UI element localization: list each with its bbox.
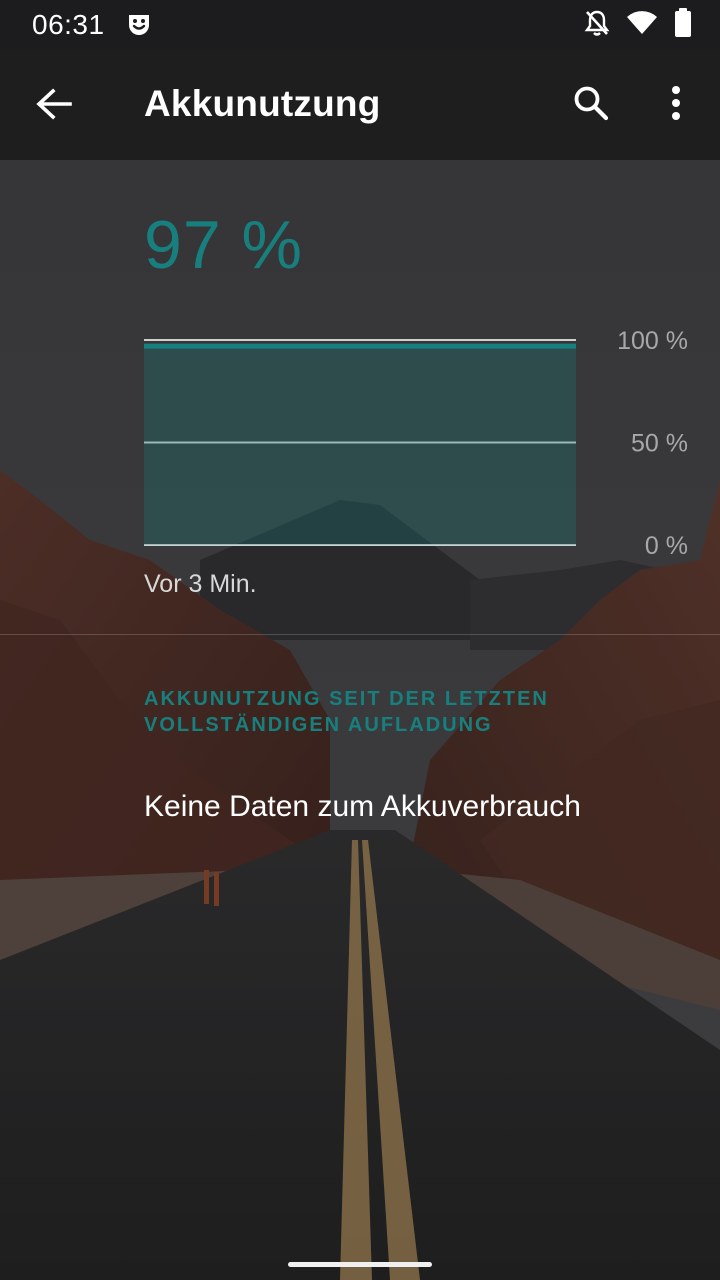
wifi-icon: [626, 10, 658, 41]
wallpaper-background: [0, 0, 720, 1280]
section-header: AKKUNUTZUNG SEIT DER LETZTEN VOLLSTÄNDIG…: [144, 688, 549, 736]
back-button[interactable]: [26, 78, 82, 134]
screen: 06:31 Akkunutzung 97 % 100 % 50 % 0 % Vo…: [0, 0, 720, 1280]
chart-area: [144, 346, 576, 545]
status-time: 06:31: [32, 9, 105, 40]
gesture-nav-handle[interactable]: [288, 1262, 432, 1267]
app-bar: Akkunutzung: [0, 50, 720, 160]
chart-y-tick-label: 100 %: [617, 327, 688, 355]
chart-x-label: Vor 3 Min.: [144, 570, 257, 598]
chart-y-tick-label: 50 %: [631, 430, 688, 458]
page-title: Akkunutzung: [144, 83, 381, 124]
battery-full-icon: [674, 7, 692, 43]
status-icons: [584, 7, 692, 43]
divider: [0, 634, 720, 635]
battery-chart: 100 % 50 % 0 %: [0, 320, 720, 560]
battery-chart-svg: 100 % 50 % 0 %: [144, 327, 688, 560]
no-data-message: Keine Daten zum Akkuverbrauch: [144, 790, 581, 823]
notifications-off-icon: [584, 9, 610, 42]
battery-level: 97 %: [144, 207, 303, 283]
arrow-back-icon: [36, 87, 72, 125]
more-vert-icon: [671, 85, 681, 126]
search-icon: [573, 85, 609, 126]
chart-y-tick-label: 0 %: [645, 532, 688, 560]
search-button[interactable]: [562, 76, 620, 134]
smiley-notification-icon: [126, 11, 152, 37]
more-options-button[interactable]: [650, 76, 702, 134]
status-bar: 06:31: [0, 0, 720, 50]
